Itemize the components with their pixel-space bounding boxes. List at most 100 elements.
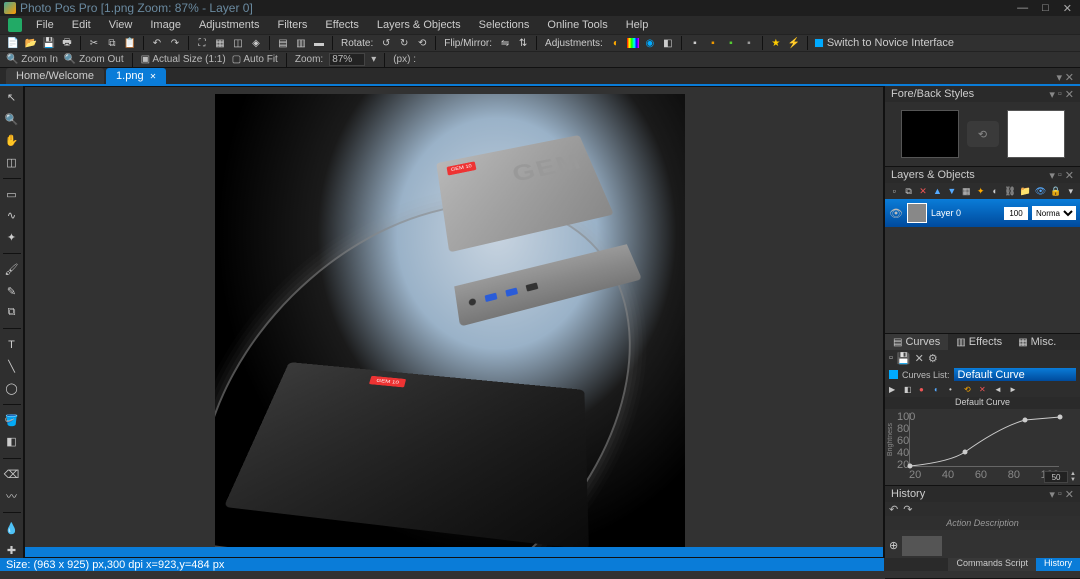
curve-play-icon[interactable]: ▶: [889, 385, 899, 395]
maximize-button[interactable]: □: [1038, 2, 1053, 15]
bottom-tab-history[interactable]: History: [1036, 558, 1080, 571]
tool-brush-icon[interactable]: 🖌: [4, 262, 20, 277]
resize-icon[interactable]: ⛶: [195, 36, 209, 50]
layer-vis-icon[interactable]: 👁: [1035, 185, 1046, 197]
bolt-icon[interactable]: ⚡: [787, 36, 801, 50]
horizontal-scrollbar[interactable]: [25, 547, 883, 557]
layer-more-icon[interactable]: ▾: [1066, 185, 1076, 197]
opt-zoom-in[interactable]: 🔍 Zoom In: [6, 54, 58, 65]
tool-wand-icon[interactable]: ✦: [4, 230, 20, 245]
rotate-right-icon[interactable]: ↻: [397, 36, 411, 50]
curve-del-icon[interactable]: ✕: [979, 385, 989, 395]
layer-lock-icon[interactable]: 🔒: [1050, 185, 1061, 197]
curves-checkbox[interactable]: [889, 370, 898, 379]
tool-shape-icon[interactable]: ◯: [4, 380, 20, 395]
rotate-free-icon[interactable]: ⟲: [415, 36, 429, 50]
curve-c1-icon[interactable]: ●: [919, 385, 929, 395]
curve-reset-icon[interactable]: ⟲: [964, 385, 974, 395]
tool-move-icon[interactable]: ↖: [4, 90, 20, 105]
layer-up-icon[interactable]: ▲: [932, 185, 942, 197]
spin-up-icon[interactable]: ▲▼: [1070, 471, 1076, 483]
layer-down-icon[interactable]: ▼: [947, 185, 957, 197]
tabs-menu-icon[interactable]: ▾: [1056, 72, 1062, 84]
tool-eraser-icon[interactable]: ⌫: [4, 467, 20, 482]
tool-zoom-icon[interactable]: 🔍: [4, 111, 20, 126]
tool-hand-icon[interactable]: ✋: [4, 133, 20, 148]
tool-smudge-icon[interactable]: 〰: [4, 488, 20, 504]
menu-help[interactable]: Help: [618, 19, 657, 31]
open-icon[interactable]: 📂: [24, 36, 38, 50]
foreground-swatch[interactable]: [901, 110, 959, 158]
flip-v-icon[interactable]: ⇅: [516, 36, 530, 50]
fx-new-icon[interactable]: ▫: [889, 352, 893, 364]
layer-group-icon[interactable]: 📁: [1020, 185, 1031, 197]
paste-icon[interactable]: 📋: [123, 36, 137, 50]
fx-tab-effects[interactable]: ▥ Effects: [948, 334, 1010, 350]
layer-blendmode-select[interactable]: Normal: [1032, 206, 1076, 220]
curve-grad-icon[interactable]: ◧: [904, 385, 914, 395]
curves-dropdown[interactable]: Default Curve: [954, 368, 1076, 381]
curve-c2-icon[interactable]: ◐: [934, 385, 944, 395]
opt-autofit[interactable]: ▢ Auto Fit: [232, 54, 278, 65]
layer-eye-icon[interactable]: 👁: [889, 207, 903, 220]
adj2-icon[interactable]: [627, 38, 639, 48]
fx-opts-icon[interactable]: ⚙: [928, 352, 938, 365]
menu-effects[interactable]: Effects: [317, 19, 366, 31]
flip-h-icon[interactable]: ⇋: [498, 36, 512, 50]
cut-icon[interactable]: ✂: [87, 36, 101, 50]
menu-image[interactable]: Image: [142, 19, 189, 31]
tool-pencil-icon[interactable]: ✎: [4, 284, 20, 299]
tool-line-icon[interactable]: ╲: [4, 359, 20, 374]
tool-eyedrop-icon[interactable]: 💧: [4, 521, 20, 536]
fx3-icon[interactable]: ▪: [724, 36, 738, 50]
new-icon[interactable]: 📄: [6, 36, 20, 50]
switch-checkbox-icon[interactable]: [814, 38, 824, 48]
zoom-input[interactable]: 87%: [329, 53, 365, 66]
canvas-area[interactable]: GEM 10 GEM 10 AOOSTAR DESIGNED BY THINKE…: [24, 86, 884, 558]
layer-name[interactable]: Layer 0: [931, 208, 1000, 218]
print-icon[interactable]: 🖶: [60, 36, 74, 50]
ruler-icon[interactable]: ▬: [312, 36, 326, 50]
curve-graph[interactable]: Brightness 10080604020 20406080100 ▲▼: [885, 409, 1080, 485]
layer-del-icon[interactable]: ✕: [918, 185, 928, 197]
layer-new-icon[interactable]: ▫: [889, 185, 899, 197]
opt-zoom-out[interactable]: 🔍 Zoom Out: [64, 54, 124, 65]
menu-file[interactable]: File: [28, 19, 62, 31]
rotate-left-icon[interactable]: ↺: [379, 36, 393, 50]
tool-fill-icon[interactable]: 🪣: [4, 413, 20, 428]
hist-undo-icon[interactable]: ↶: [889, 503, 898, 516]
menu-view[interactable]: View: [101, 19, 141, 31]
curve-value-input[interactable]: [1044, 471, 1068, 483]
fx2-icon[interactable]: ▪: [706, 36, 720, 50]
swap-colors-icon[interactable]: ⟲: [967, 121, 999, 147]
fx-save-icon[interactable]: 💾: [897, 352, 911, 365]
curve-r-icon[interactable]: ►: [1009, 385, 1019, 395]
tool-heal-icon[interactable]: ✚: [4, 543, 20, 558]
menu-filters[interactable]: Filters: [269, 19, 315, 31]
fx-del-icon[interactable]: ✕: [915, 352, 924, 365]
layer-fx-icon[interactable]: ✦: [975, 185, 985, 197]
layer-mask-icon[interactable]: ◐: [990, 185, 1000, 197]
tool-text-icon[interactable]: T: [4, 337, 20, 352]
tool-crop-icon[interactable]: ◫: [4, 154, 20, 169]
crop-icon[interactable]: ◫: [231, 36, 245, 50]
copy-icon[interactable]: ⧉: [105, 36, 119, 50]
fx-tab-curves[interactable]: ▤ Curves: [885, 334, 948, 350]
opt-actual[interactable]: ▣ Actual Size (1:1): [141, 54, 226, 65]
hist-expand-icon[interactable]: ⊕: [889, 539, 898, 552]
hist-redo-icon[interactable]: ↷: [903, 503, 912, 516]
curve-c3-icon[interactable]: •: [949, 385, 959, 395]
adj3-icon[interactable]: ◉: [643, 36, 657, 50]
zoom-dropdown-icon[interactable]: ▾: [371, 54, 376, 65]
bottom-tab-commands[interactable]: Commands Script: [948, 558, 1036, 571]
layer-dup-icon[interactable]: ⧉: [903, 185, 913, 197]
grid-icon[interactable]: ▤: [276, 36, 290, 50]
minimize-button[interactable]: —: [1013, 2, 1032, 15]
curve-l-icon[interactable]: ◄: [994, 385, 1004, 395]
background-swatch[interactable]: [1007, 110, 1065, 158]
save-icon[interactable]: 💾: [42, 36, 56, 50]
panel-close-icon[interactable]: ✕: [1065, 88, 1074, 101]
layer-link-icon[interactable]: ⛓: [1004, 185, 1015, 197]
star-icon[interactable]: ★: [769, 36, 783, 50]
switch-interface[interactable]: Switch to Novice Interface: [814, 37, 954, 49]
